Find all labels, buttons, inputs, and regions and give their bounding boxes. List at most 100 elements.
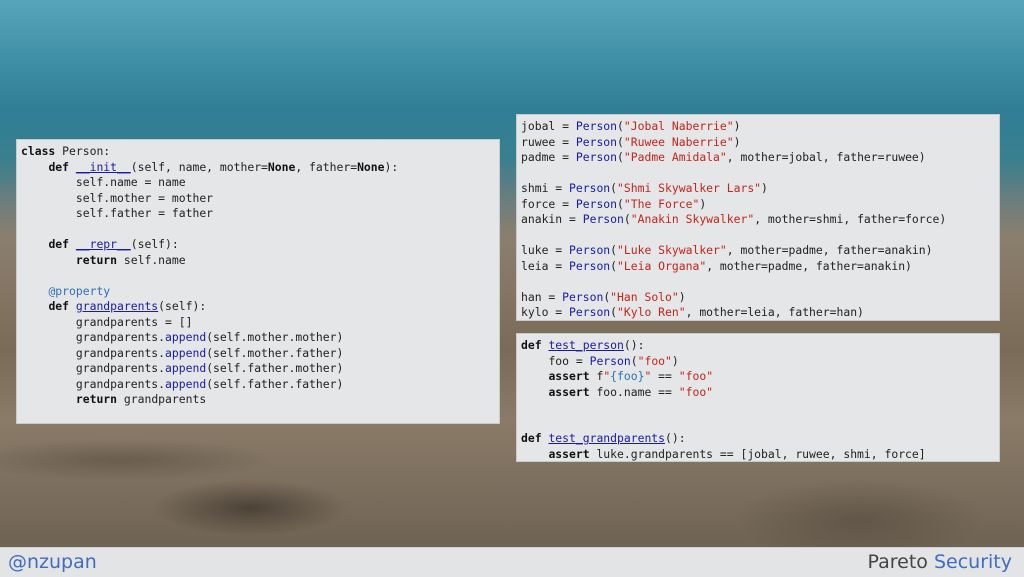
code-token: Person [582, 212, 624, 226]
code-token: grandparents. [75, 345, 166, 360]
code-token: "Kylo Ren" [617, 305, 686, 319]
code-token: ( [610, 243, 618, 257]
code-line: luke = Person("Luke Skywalker", mother=p… [521, 243, 995, 259]
code-token: (self): [130, 237, 179, 251]
code-token: ( [610, 181, 618, 195]
code-line: foo = Person("foo") [521, 354, 995, 370]
code-token: "Anakin Skywalker" [630, 212, 755, 226]
code-token: grandparents [117, 392, 207, 406]
code-token: Person [575, 196, 618, 211]
code-token: kylo = [521, 305, 570, 319]
code-token: ( [617, 150, 624, 164]
code-token: , mother=leia, father=han) [685, 305, 864, 319]
code-token: {foo} [610, 369, 645, 383]
code-line: grandparents.append(self.mother.mother) [21, 330, 495, 346]
code-line: kylo = Person("Kylo Ren", mother=leia, f… [521, 305, 995, 321]
code-token: , father= [295, 159, 358, 174]
code-token: self.name = name [75, 175, 186, 189]
code-token: "The Force" [623, 196, 700, 211]
code-token: assert [548, 384, 590, 399]
code-token: test_grandparents [548, 431, 666, 445]
code-line: self.name = name [21, 175, 495, 191]
code-token: def [48, 237, 70, 251]
code-line: assert f"{foo}" == "foo" [521, 369, 995, 385]
code-token: "Luke Skywalker" [617, 243, 727, 257]
code-token: , mother=padme, father=anakin) [726, 243, 933, 257]
code-line: grandparents.append(self.father.mother) [21, 361, 495, 377]
code-line: padme = Person("Padme Amidala", mother=j… [521, 150, 995, 166]
code-line: force = Person("The Force") [521, 197, 995, 213]
code-token: (): [665, 431, 686, 445]
code-token: (): [623, 338, 645, 352]
code-token: Person [575, 119, 618, 133]
code-token: self.name [117, 252, 186, 267]
code-token: == [651, 369, 679, 383]
footer-bar: @nzupan Pareto Security [0, 547, 1024, 577]
code-token: "foo" [678, 369, 714, 383]
code-token: "foo" [637, 353, 672, 368]
code-token: def [48, 299, 70, 313]
code-token: , mother=padme, father=anakin) [706, 258, 912, 273]
code-line: jobal = Person("Jobal Naberrie") [521, 119, 995, 135]
code-token: Person [589, 353, 631, 368]
code-line: return grandparents [21, 392, 495, 408]
code-token: ) [733, 119, 741, 133]
code-token: Person [569, 258, 611, 273]
code-line: grandparents.append(self.father.father) [21, 377, 495, 393]
code-token: append [165, 345, 207, 360]
code-token: test_person [548, 338, 624, 352]
code-token: , mother=shmi, father=force) [754, 212, 947, 226]
code-token: ( [630, 353, 638, 368]
code-token: ( [610, 305, 618, 319]
code-token: ) [761, 181, 768, 195]
code-token: class [21, 144, 56, 158]
code-token: ruwee = [521, 134, 576, 149]
code-line: def test_person(): [521, 338, 995, 354]
code-token: luke.grandparents == [jobal, ruwee, shmi… [589, 446, 926, 461]
code-token: append [165, 330, 207, 344]
code-token: "Jobal Naberrie" [623, 119, 734, 133]
author-handle[interactable]: @nzupan [8, 551, 97, 573]
code-token: grandparents [75, 299, 159, 313]
brand-part2: Security [933, 551, 1012, 573]
code-token: self.father = father [75, 206, 214, 220]
code-token: f [589, 369, 604, 383]
code-token: ( [617, 196, 624, 211]
code-line: assert luke.grandparents == [jobal, ruwe… [521, 447, 995, 463]
code-token: Person [569, 305, 611, 319]
code-token: def [521, 338, 542, 352]
code-token: anakin = [521, 212, 583, 226]
code-token: "Han Solo" [610, 289, 679, 304]
code-line: def __repr__(self): [21, 237, 495, 253]
code-token: (self.father.father) [206, 376, 344, 391]
code-token: "Leia Organa" [617, 258, 707, 273]
code-token: (self, name, mother= [130, 159, 268, 174]
code-line: ruwee = Person("Ruwee Naberrie") [521, 135, 995, 151]
code-token: self.mother = mother [75, 190, 214, 205]
code-token: jobal = [521, 119, 576, 133]
brand-part1: Pareto [867, 551, 928, 573]
code-token: def [48, 159, 70, 174]
code-token: Person [569, 243, 611, 257]
code-token: grandparents. [75, 361, 166, 375]
code-token: ( [623, 212, 631, 226]
code-token: Person [562, 289, 604, 304]
code-token: append [165, 376, 207, 391]
code-token: None [357, 159, 385, 174]
code-token: shmi = [521, 181, 570, 195]
code-token: Person: [55, 144, 111, 158]
code-token: append [165, 361, 207, 375]
code-token: ) [678, 289, 686, 304]
